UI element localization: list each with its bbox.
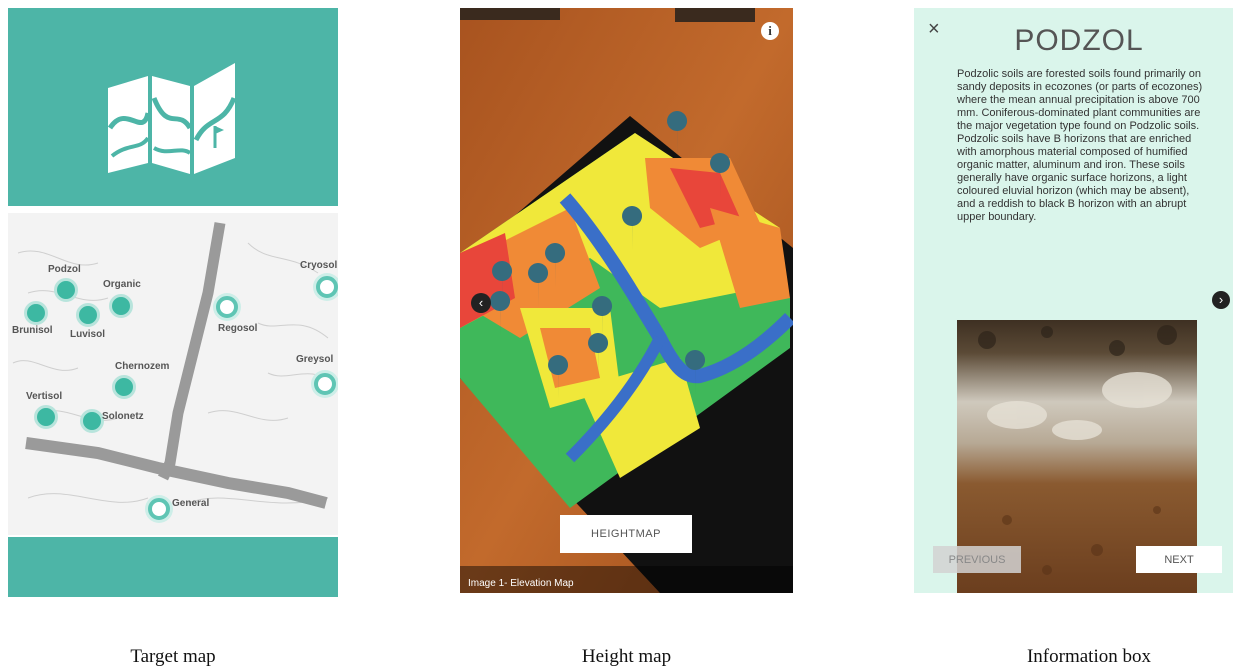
height-map-screen: i ‹ HEIGHTMAP Image 1- Elevation Map	[460, 8, 793, 593]
soil-label: Luvisol	[70, 329, 106, 340]
soil-target-map[interactable]: Podzol Organic Cryosol Brunisol Luvisol …	[8, 213, 338, 535]
soil-label: Solonetz	[102, 411, 144, 422]
soil-title: PODZOL	[1014, 24, 1144, 57]
soil-label: Brunisol	[12, 325, 53, 336]
map-logo-icon	[107, 63, 237, 174]
soil-marker-brunisol[interactable]	[24, 301, 48, 325]
previous-button[interactable]: PREVIOUS	[933, 546, 1021, 573]
general-info-marker[interactable]	[148, 498, 170, 520]
soil-marker-regosol[interactable]	[216, 296, 238, 318]
soil-marker-solonetz[interactable]	[80, 409, 104, 433]
chevron-right-icon[interactable]: ›	[1212, 291, 1230, 309]
soil-marker-greysol[interactable]	[314, 373, 336, 395]
soil-label: Organic	[103, 279, 141, 290]
soil-label: Cryosol	[300, 260, 338, 271]
caption-height-map: Height map	[581, 646, 672, 667]
soil-description: Podzolic soils are forested soils found …	[957, 68, 1203, 223]
terrain-sketch	[8, 213, 338, 535]
chevron-left-icon[interactable]: ‹	[471, 293, 491, 313]
soil-marker-cryosol[interactable]	[316, 276, 338, 298]
soil-marker-organic[interactable]	[109, 294, 133, 318]
info-icon[interactable]: i	[761, 22, 779, 40]
soil-label: Podzol	[48, 264, 81, 275]
soil-marker-luvisol[interactable]	[76, 303, 100, 327]
caption-target-map: Target map	[130, 646, 216, 667]
heightmap-button[interactable]: HEIGHTMAP	[560, 515, 692, 553]
next-button[interactable]: NEXT	[1136, 546, 1222, 573]
app-footer	[8, 537, 338, 597]
target-map-screen: Podzol Organic Cryosol Brunisol Luvisol …	[8, 8, 338, 597]
soil-marker-vertisol[interactable]	[34, 405, 58, 429]
soil-label: Greysol	[296, 354, 334, 365]
app-header	[8, 8, 338, 206]
ar-elevation-scene	[460, 8, 793, 593]
soil-marker-chernozem[interactable]	[112, 375, 136, 399]
soil-label: Vertisol	[26, 391, 63, 402]
image-caption: Image 1- Elevation Map	[468, 578, 574, 589]
soil-label: Regosol	[218, 323, 258, 334]
information-box-screen: × PODZOL Podzolic soils are forested soi…	[914, 8, 1233, 593]
soil-marker-podzol[interactable]	[54, 278, 78, 302]
soil-label: Chernozem	[115, 361, 170, 372]
soil-label: General	[172, 498, 210, 509]
caption-information-box: Information box	[1026, 646, 1151, 667]
